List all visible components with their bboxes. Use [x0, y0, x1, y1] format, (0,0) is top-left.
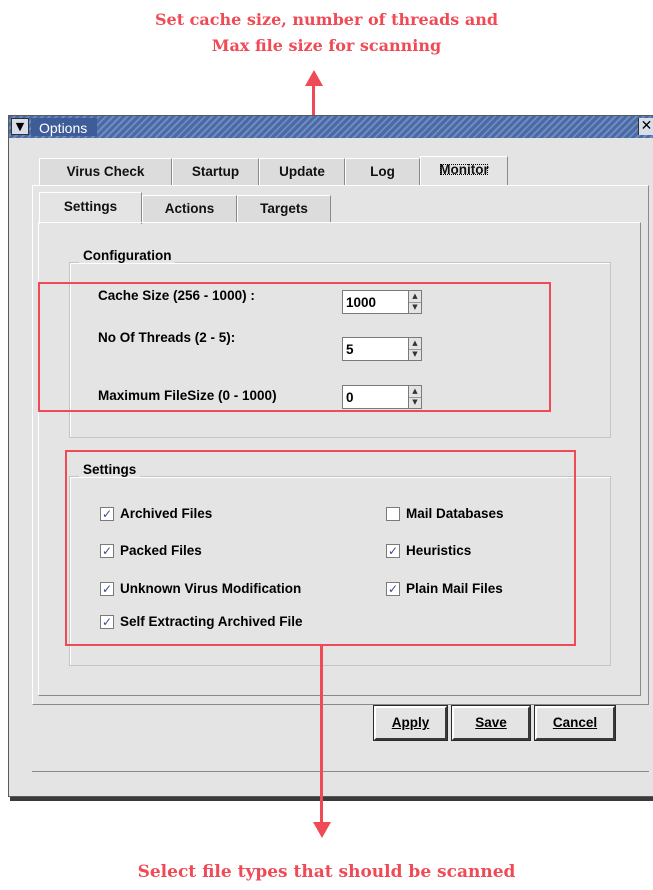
cancel-button-label: Cancel [552, 715, 598, 730]
title-label-bg: Options [31, 118, 98, 136]
tab-virus-check[interactable]: Virus Check [39, 158, 172, 185]
apply-button[interactable]: Apply [373, 705, 448, 741]
annotation-bottom: Select file types that should be scanned [137, 862, 516, 882]
tab-monitor[interactable]: Monitor [420, 156, 508, 185]
arrow-down-icon [313, 822, 331, 838]
footer-divider [32, 771, 649, 772]
save-button[interactable]: Save [451, 705, 531, 741]
annotation-arrow-down-line [320, 645, 323, 825]
tab-log[interactable]: Log [345, 158, 420, 185]
annotation-top-line2: Max file size for scanning [211, 36, 442, 55]
apply-button-label: Apply [391, 715, 430, 730]
title-bar[interactable]: ▼ Options ✕ [9, 116, 653, 138]
tab-startup[interactable]: Startup [172, 158, 259, 185]
tab-actions[interactable]: Actions [142, 195, 237, 222]
tab-update[interactable]: Update [259, 158, 345, 185]
close-icon[interactable]: ✕ [638, 118, 653, 135]
highlight-configuration-box [38, 282, 551, 412]
annotation-top-line1: Set cache size, number of threads and [154, 10, 499, 29]
highlight-settings-box [65, 450, 576, 646]
tab-monitor-label: Monitor [436, 160, 492, 179]
cancel-button[interactable]: Cancel [534, 705, 616, 741]
tab-targets[interactable]: Targets [237, 195, 331, 222]
tab-settings[interactable]: Settings [39, 192, 142, 224]
chevron-down-icon[interactable]: ▼ [11, 118, 29, 135]
configuration-group-title: Configuration [79, 248, 176, 263]
window-title: Options [39, 120, 88, 136]
save-button-label: Save [475, 715, 507, 730]
